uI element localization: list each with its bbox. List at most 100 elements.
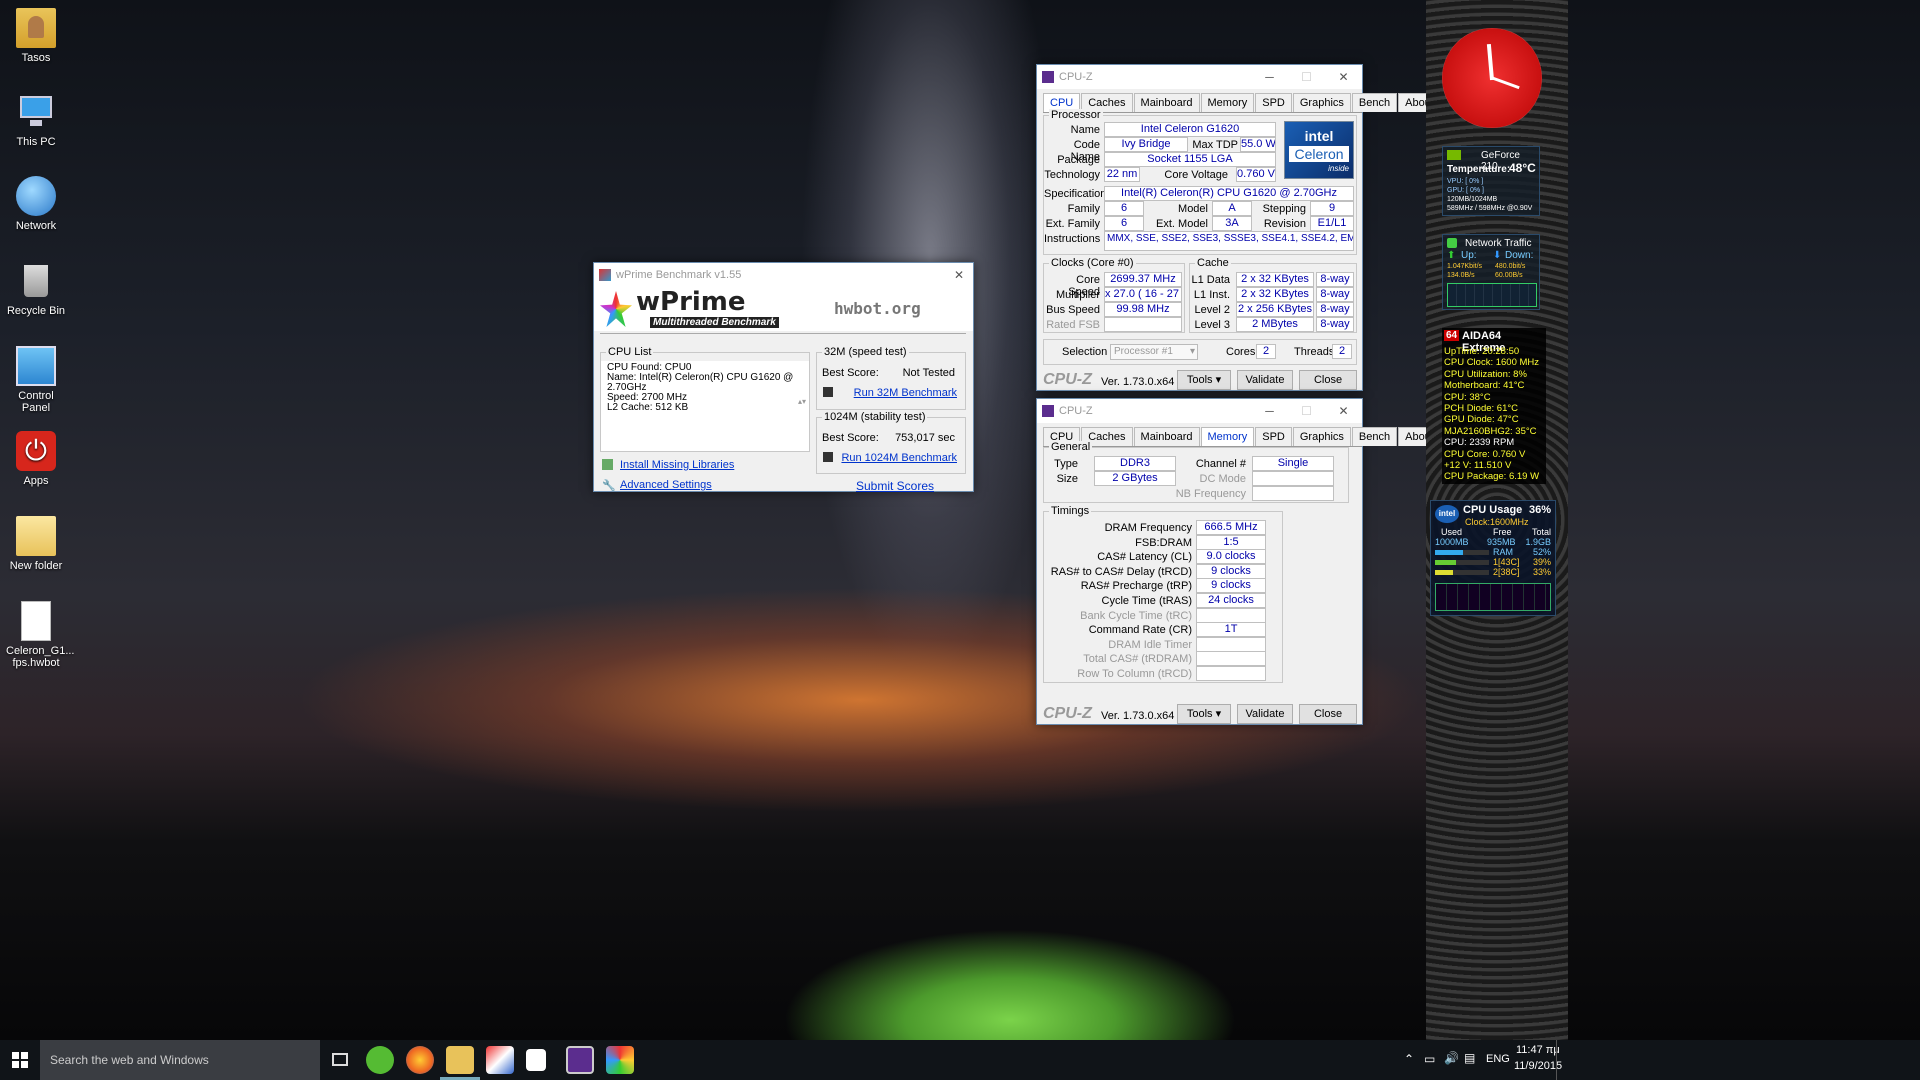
tab-bench[interactable]: Bench bbox=[1351, 93, 1398, 112]
close-button[interactable]: Close bbox=[1299, 704, 1357, 724]
type-label: Type bbox=[1054, 458, 1078, 470]
aida64-line: GPU Diode: 47°C bbox=[1444, 414, 1519, 426]
timing-value bbox=[1196, 666, 1266, 681]
minimize-icon[interactable]: ─ bbox=[1251, 404, 1288, 418]
desktop-icon-network[interactable]: Network bbox=[6, 176, 66, 232]
task-view-icon[interactable] bbox=[332, 1053, 348, 1066]
maximize-icon[interactable]: ☐ bbox=[1288, 404, 1325, 418]
core2-percent: 33% bbox=[1532, 567, 1551, 577]
store-icon[interactable] bbox=[526, 1049, 546, 1071]
close-icon[interactable]: ✕ bbox=[1325, 70, 1362, 84]
network-tray-icon[interactable]: ▭ bbox=[1424, 1052, 1435, 1066]
stepping-label: Stepping bbox=[1262, 203, 1306, 215]
maximize-icon[interactable]: ☐ bbox=[1288, 70, 1325, 84]
gpu-gadget: GeForce 210 Temperature: 48°C VPU: [ 0% … bbox=[1442, 146, 1540, 216]
chevron-up-icon[interactable]: ⌃ bbox=[1404, 1052, 1414, 1066]
desktop-icon-label: Apps bbox=[23, 475, 49, 487]
submit-scores-link[interactable]: Submit Scores bbox=[856, 479, 934, 493]
control-panel-icon bbox=[16, 346, 56, 386]
cpuz-titlebar[interactable]: CPU-Z ─ ☐ ✕ bbox=[1037, 65, 1362, 89]
specification-label: Specification bbox=[1044, 188, 1107, 200]
file-explorer-icon[interactable] bbox=[446, 1046, 474, 1074]
tab-graphics[interactable]: Graphics bbox=[1292, 93, 1351, 112]
core1-label: 1[43C] bbox=[1493, 557, 1520, 567]
desktop-icon-recycle-bin[interactable]: Recycle Bin bbox=[6, 261, 66, 317]
wprime-taskbar-icon[interactable] bbox=[606, 1046, 634, 1074]
threads-value: 2 bbox=[1332, 344, 1352, 359]
desktop-icon-control-panel[interactable]: Control Panel bbox=[6, 346, 66, 414]
clock-time[interactable]: 11:47 πμ bbox=[1516, 1044, 1560, 1056]
power-icon: ⏻ bbox=[16, 431, 56, 471]
cpuz-title: CPU-Z bbox=[1059, 71, 1093, 83]
timing-label: FSB:DRAM bbox=[1135, 536, 1192, 549]
cpuz-titlebar[interactable]: CPU-Z ─ ☐ ✕ bbox=[1037, 399, 1362, 423]
run-1024m-benchmark-link[interactable]: Run 1024M Benchmark bbox=[841, 452, 957, 464]
busspeed-value: 99.98 MHz bbox=[1104, 302, 1182, 317]
maxtdp-value: 55.0 W bbox=[1240, 137, 1276, 152]
cpuz-taskbar-icon[interactable] bbox=[566, 1046, 594, 1074]
utorrent-icon[interactable] bbox=[366, 1046, 394, 1074]
codename-value: Ivy Bridge bbox=[1104, 137, 1188, 152]
multiplier-label: Multiplier bbox=[1055, 289, 1100, 301]
network-icon bbox=[1447, 238, 1457, 248]
timings-label: Timings bbox=[1049, 505, 1092, 517]
notification-center-icon[interactable] bbox=[1556, 1040, 1564, 1080]
advanced-settings-link[interactable]: Advanced Settings bbox=[620, 479, 712, 491]
tools-button[interactable]: Tools ▾ bbox=[1177, 370, 1231, 390]
cpu-list-scrollbar[interactable]: ▴▾ bbox=[797, 367, 807, 445]
tab-spd[interactable]: SPD bbox=[1255, 427, 1292, 446]
processor-select[interactable]: Processor #1 ▾ bbox=[1110, 344, 1198, 360]
l1data-way: 8-way bbox=[1316, 272, 1354, 287]
desktop-icon-new-folder[interactable]: New folder bbox=[6, 516, 66, 572]
type-value: DDR3 bbox=[1094, 456, 1176, 471]
validate-button[interactable]: Validate bbox=[1237, 370, 1293, 390]
minimize-icon[interactable]: ─ bbox=[1251, 70, 1288, 84]
tab-memory[interactable]: Memory bbox=[1200, 93, 1255, 112]
firefox-icon[interactable] bbox=[406, 1046, 434, 1074]
dcmode-value bbox=[1252, 471, 1334, 486]
tab-graphics[interactable]: Graphics bbox=[1292, 427, 1351, 446]
desktop-icon-label: New folder bbox=[9, 560, 63, 572]
wprime-titlebar[interactable]: wPrime Benchmark v1.55 ✕ bbox=[594, 263, 973, 287]
stab-best-value: 753,017 sec bbox=[895, 432, 955, 444]
clock-date[interactable]: 11/9/2015 bbox=[1514, 1060, 1562, 1072]
stability-test-group: 1024M (stability test) Best Score: 753,0… bbox=[816, 411, 966, 474]
tab-spd[interactable]: SPD bbox=[1255, 93, 1292, 112]
chevron-down-icon: ▾ bbox=[1215, 708, 1222, 720]
disk-icon bbox=[823, 452, 833, 462]
hwbot-logo[interactable]: hwbot.org bbox=[834, 299, 921, 318]
timing-value: 1T bbox=[1196, 622, 1266, 638]
close-button[interactable]: Close bbox=[1299, 370, 1357, 390]
desktop-icon-label: Recycle Bin bbox=[6, 305, 66, 317]
volume-icon[interactable]: 🔊 bbox=[1444, 1051, 1459, 1065]
validate-button[interactable]: Validate bbox=[1237, 704, 1293, 724]
level3-way: 8-way bbox=[1316, 317, 1354, 332]
cpu-usage-gadget: intel CPU Usage 36% Clock:1600MHz Used F… bbox=[1430, 500, 1556, 616]
wprime-header: wPrime Multithreaded Benchmark hwbot.org bbox=[594, 287, 973, 331]
run-32m-benchmark-link[interactable]: Run 32M Benchmark bbox=[854, 387, 957, 399]
clock-gadget[interactable] bbox=[1442, 28, 1542, 128]
tools-button[interactable]: Tools ▾ bbox=[1177, 704, 1231, 724]
close-icon[interactable]: ✕ bbox=[945, 268, 973, 282]
aida64-line: UpTime: 20:28:50 bbox=[1444, 346, 1520, 357]
search-box[interactable]: Search the web and Windows bbox=[40, 1040, 320, 1080]
tab-bench[interactable]: Bench bbox=[1351, 427, 1398, 446]
package-value: Socket 1155 LGA bbox=[1104, 152, 1276, 167]
close-icon[interactable]: ✕ bbox=[1325, 404, 1362, 418]
tab-mainboard[interactable]: Mainboard bbox=[1133, 93, 1200, 112]
aida64-line: CPU Package: 6.19 W bbox=[1444, 471, 1540, 483]
hwbot-app-icon[interactable] bbox=[486, 1046, 514, 1074]
desktop-icon-apps[interactable]: ⏻ Apps bbox=[6, 431, 66, 487]
extfamily-label: Ext. Family bbox=[1045, 218, 1100, 230]
tab-memory[interactable]: Memory bbox=[1200, 427, 1255, 446]
desktop-icon-this-pc[interactable]: This PC bbox=[6, 92, 66, 148]
aida64-line: MJA2160BHG2: 35°C bbox=[1444, 425, 1537, 437]
windows-start-icon[interactable] bbox=[12, 1052, 28, 1068]
install-missing-libraries-link[interactable]: Install Missing Libraries bbox=[620, 459, 734, 471]
recycle-bin-icon bbox=[16, 261, 56, 301]
tab-mainboard[interactable]: Mainboard bbox=[1133, 427, 1200, 446]
desktop-icon-tasos[interactable]: Tasos bbox=[6, 8, 66, 64]
notifications-icon[interactable]: ▤ bbox=[1464, 1051, 1475, 1065]
language-indicator[interactable]: ENG bbox=[1486, 1053, 1510, 1065]
desktop-icon-hwbot-file[interactable]: Celeron_G1... fps.hwbot bbox=[6, 601, 74, 669]
